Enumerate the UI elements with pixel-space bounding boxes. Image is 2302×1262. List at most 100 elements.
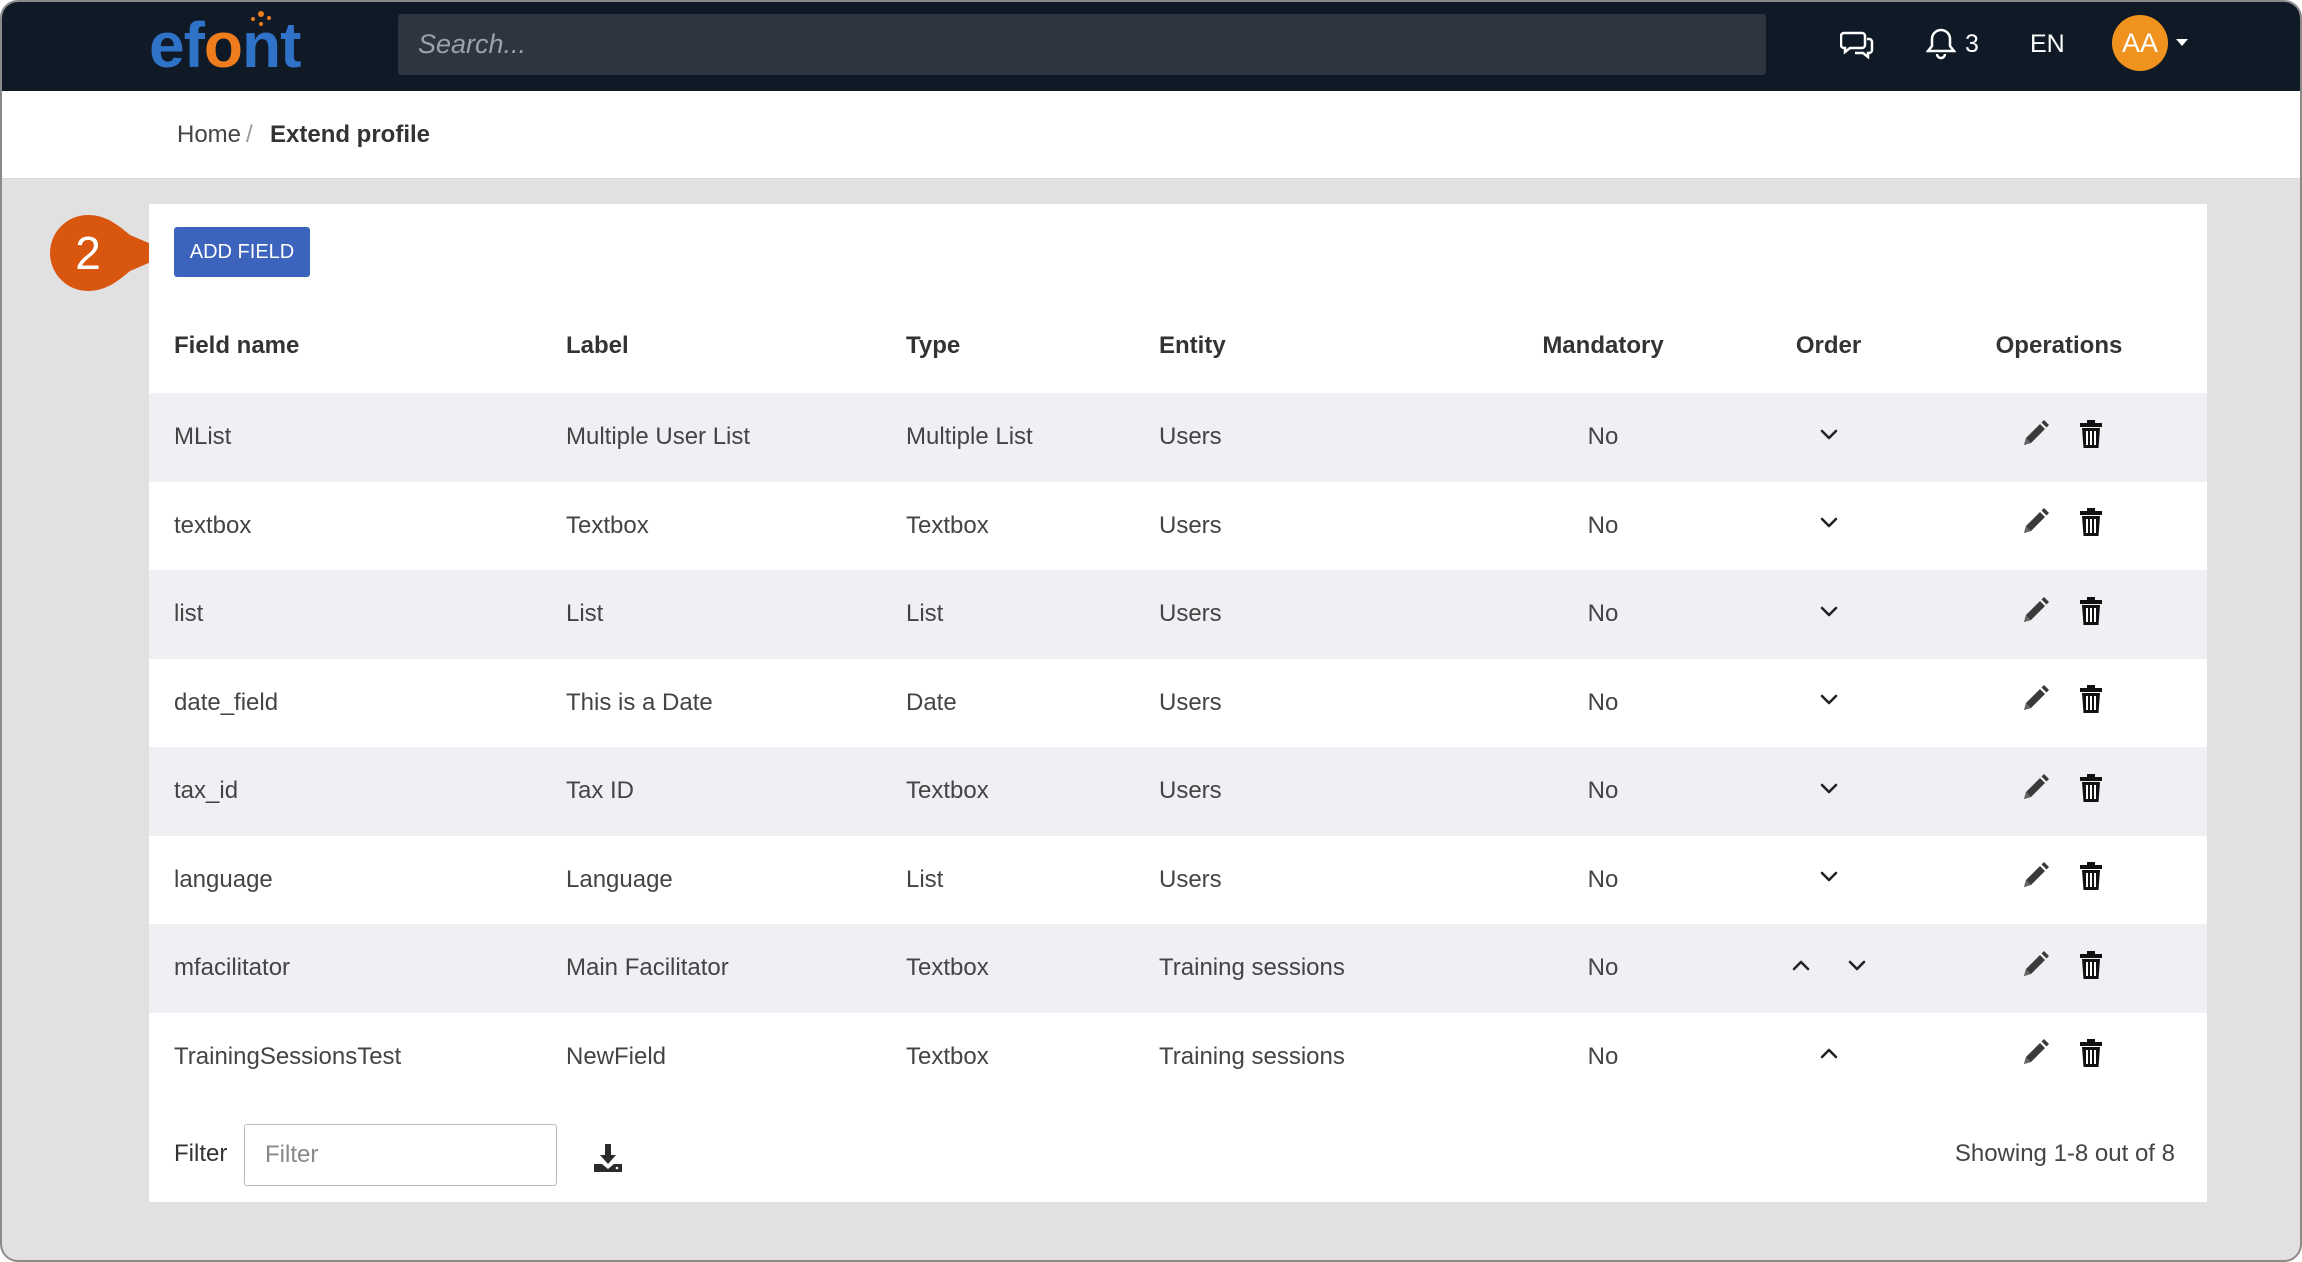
edit-pencil-icon[interactable]: [2019, 860, 2051, 892]
column-header-field-name[interactable]: Field name: [149, 299, 566, 393]
cell-operations: [1941, 570, 2207, 659]
edit-pencil-icon[interactable]: [2019, 949, 2051, 981]
add-field-button[interactable]: ADD FIELD: [174, 227, 310, 277]
cell-label: Tax ID: [566, 777, 635, 805]
cell-entity: Training sessions: [1159, 1042, 1345, 1070]
column-header-mandatory[interactable]: Mandatory: [1490, 299, 1716, 393]
cell-label: Textbox: [566, 511, 649, 539]
cell-mandatory: No: [1587, 688, 1619, 716]
delete-trash-icon[interactable]: [2075, 595, 2107, 627]
cell-type: Date: [906, 688, 957, 716]
column-header-label[interactable]: Label: [566, 299, 906, 393]
cell-field-name: mfacilitator: [174, 954, 291, 982]
avatar[interactable]: AA: [2112, 15, 2168, 71]
cell-type: List: [906, 600, 944, 628]
delete-trash-icon[interactable]: [2075, 506, 2107, 538]
edit-pencil-icon[interactable]: [2019, 772, 2051, 804]
filter-input[interactable]: [244, 1124, 557, 1186]
column-header-type[interactable]: Type: [906, 299, 1159, 393]
breadcrumb-home-link[interactable]: Home: [177, 121, 241, 149]
download-icon[interactable]: [592, 1142, 624, 1174]
cell-label: Language: [566, 865, 673, 893]
move-down-chevron-icon[interactable]: [1815, 774, 1843, 802]
order-controls: [1815, 774, 1843, 802]
move-down-chevron-icon[interactable]: [1815, 862, 1843, 890]
edit-pencil-icon[interactable]: [2019, 595, 2051, 627]
order-controls: [1815, 1039, 1843, 1067]
cell-mandatory: No: [1587, 423, 1619, 451]
logo-spark-icon: [251, 11, 271, 26]
cell-mandatory: No: [1587, 777, 1619, 805]
edit-pencil-icon[interactable]: [2019, 506, 2051, 538]
table-row: textbox Textbox Textbox Users No: [149, 481, 2207, 571]
table-row: MList Multiple User List Multiple List User…: [149, 393, 2207, 482]
delete-trash-icon[interactable]: [2075, 949, 2107, 981]
page-title: Extend profile: [270, 121, 431, 148]
cell-operations: [1941, 924, 2207, 1013]
delete-trash-icon[interactable]: [2075, 418, 2107, 450]
delete-trash-icon[interactable]: [2075, 683, 2107, 715]
caret-down-icon[interactable]: [2175, 38, 2189, 48]
cell-entity: Users: [1159, 511, 1222, 539]
cell-entity: Training sessions: [1159, 954, 1345, 982]
cell-mandatory: No: [1587, 865, 1619, 893]
bell-icon[interactable]: [1926, 24, 1958, 64]
delete-trash-icon[interactable]: [2075, 1037, 2107, 1069]
order-controls: [1815, 420, 1843, 448]
edit-pencil-icon[interactable]: [2019, 418, 2051, 450]
language-selector[interactable]: EN: [2030, 24, 2065, 64]
move-down-chevron-icon[interactable]: [1843, 951, 1871, 979]
cell-type: Textbox: [906, 954, 989, 982]
edit-pencil-icon[interactable]: [2019, 1037, 2051, 1069]
cell-type: Textbox: [906, 1042, 989, 1070]
cell-entity: Users: [1159, 777, 1222, 805]
delete-trash-icon[interactable]: [2075, 772, 2107, 804]
notification-count[interactable]: 3: [1965, 24, 1979, 64]
app-window: efont 3 EN AA: [0, 0, 2302, 1262]
cell-label: List: [566, 600, 604, 628]
table-footer: Filter Showing 1-8 out of 8: [149, 1102, 2207, 1202]
table-row: mfacilitator Main Facilitator Textbox Train…: [149, 924, 2207, 1013]
cell-field-name: language: [174, 865, 273, 893]
cell-order: [1716, 482, 1941, 571]
cell-order: [1716, 747, 1941, 836]
edit-pencil-icon[interactable]: [2019, 683, 2051, 715]
move-down-chevron-icon[interactable]: [1815, 685, 1843, 713]
delete-trash-icon[interactable]: [2075, 860, 2107, 892]
cell-label: This is a Date: [566, 688, 713, 716]
move-down-chevron-icon[interactable]: [1815, 508, 1843, 536]
cell-mandatory: No: [1587, 511, 1619, 539]
cell-operations: [1941, 659, 2207, 748]
table-row: tax_id Tax ID Textbox Users No: [149, 747, 2207, 836]
cell-order: [1716, 393, 1941, 482]
cell-label: Main Facilitator: [566, 954, 729, 982]
order-controls: [1815, 862, 1843, 890]
move-down-chevron-icon[interactable]: [1815, 420, 1843, 448]
efront-logo[interactable]: efont: [149, 11, 301, 78]
move-up-chevron-icon[interactable]: [1815, 1039, 1843, 1067]
cell-operations: [1941, 1013, 2207, 1102]
cell-entity: Users: [1159, 423, 1222, 451]
cell-type: List: [906, 865, 944, 893]
cell-entity: Users: [1159, 865, 1222, 893]
cell-operations: [1941, 747, 2207, 836]
cell-field-name: TrainingSessionsTest: [174, 1042, 402, 1070]
top-navigation-bar: efont 3 EN AA: [2, 2, 2300, 91]
cell-order: [1716, 1013, 1941, 1102]
cell-type: Multiple List: [906, 423, 1033, 451]
move-down-chevron-icon[interactable]: [1815, 597, 1843, 625]
table-row: language Language List Users No: [149, 835, 2207, 924]
cell-field-name: date_field: [174, 688, 279, 716]
search-input[interactable]: [398, 14, 1766, 75]
breadcrumb: Home / Extend profile: [2, 91, 2300, 179]
move-up-chevron-icon[interactable]: [1787, 951, 1815, 979]
order-controls: [1815, 508, 1843, 536]
step-number: 2: [75, 227, 101, 279]
cell-type: Textbox: [906, 511, 989, 539]
cell-field-name: tax_id: [174, 777, 239, 805]
chat-icon[interactable]: [1840, 24, 1874, 64]
column-header-order: Order: [1795, 332, 1862, 359]
filter-label: Filter: [174, 1140, 228, 1167]
table-header-row: Field name Label Type Entity Mandatory O…: [149, 299, 2207, 393]
column-header-entity[interactable]: Entity: [1159, 299, 1490, 393]
